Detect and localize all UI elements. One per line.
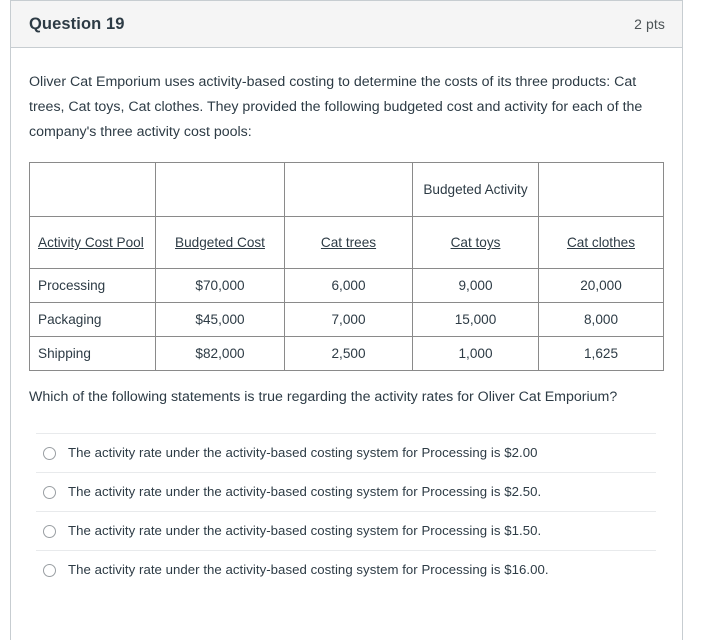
cell-cat-clothes: 8,000: [538, 302, 664, 337]
radio-button-icon[interactable]: [43, 524, 56, 538]
cell-cat-trees: 6,000: [284, 268, 413, 303]
question-header: Question 19 2 pts: [11, 0, 682, 48]
cell-cat-trees: 2,500: [284, 336, 413, 371]
cell-pool: Shipping: [29, 336, 156, 371]
question-points-badge: 2 pts: [634, 16, 665, 32]
cell-budgeted-cost: $45,000: [155, 302, 285, 337]
cell-budgeted-cost: $70,000: [155, 268, 285, 303]
cell-cat-clothes: 20,000: [538, 268, 664, 303]
answer-options-list: The activity rate under the activity-bas…: [29, 433, 664, 589]
column-header-cat-trees: Cat trees: [284, 216, 413, 269]
question-body: Oliver Cat Emporium uses activity-based …: [11, 48, 682, 589]
activity-cost-table: Budgeted Activity Activity Cost Pool Bud…: [29, 162, 664, 371]
answer-option-3[interactable]: The activity rate under the activity-bas…: [36, 511, 656, 550]
group-header-blank-1: [29, 162, 156, 217]
table-row: Shipping $82,000 2,500 1,000 1,625: [29, 336, 664, 371]
column-header-cat-toys-label: Cat toys: [450, 235, 501, 250]
radio-button-icon[interactable]: [43, 446, 56, 460]
answer-option-1[interactable]: The activity rate under the activity-bas…: [36, 433, 656, 472]
radio-button-icon[interactable]: [43, 563, 56, 577]
question-prompt: Oliver Cat Emporium uses activity-based …: [29, 74, 643, 140]
cell-cat-clothes: 1,625: [538, 336, 664, 371]
cell-cat-toys: 9,000: [412, 268, 539, 303]
cell-cat-trees: 7,000: [284, 302, 413, 337]
page-title: Question 19: [29, 14, 125, 33]
table-group-header-row: Budgeted Activity: [29, 162, 664, 217]
group-header-budgeted-activity: Budgeted Activity: [412, 162, 539, 217]
column-header-cat-clothes: Cat clothes: [538, 216, 664, 269]
answer-option-label: The activity rate under the activity-bas…: [68, 445, 538, 460]
column-header-cat-trees-label: Cat trees: [320, 235, 377, 250]
column-header-budgeted-cost: Budgeted Cost: [155, 216, 285, 269]
cell-budgeted-cost: $82,000: [155, 336, 285, 371]
question-text: Which of the following statements is tru…: [29, 389, 618, 405]
cell-cat-toys: 1,000: [412, 336, 539, 371]
cell-pool: Processing: [29, 268, 156, 303]
group-header-blank-3: [284, 162, 413, 217]
column-header-cat-clothes-label: Cat clothes: [566, 235, 635, 250]
answer-option-label: The activity rate under the activity-bas…: [68, 523, 542, 538]
group-header-blank-4: [538, 162, 664, 217]
table-row: Packaging $45,000 7,000 15,000 8,000: [29, 302, 664, 337]
column-header-budgeted-cost-label: Budgeted Cost: [175, 235, 265, 250]
group-header-blank-2: [155, 162, 285, 217]
column-header-cat-toys: Cat toys: [412, 216, 539, 269]
answer-option-2[interactable]: The activity rate under the activity-bas…: [36, 472, 656, 511]
question-card: Question 19 2 pts Oliver Cat Emporium us…: [10, 0, 683, 640]
column-header-activity-cost-pool: Activity Cost Pool: [29, 216, 156, 269]
table-header-row: Activity Cost Pool Budgeted Cost Cat tre…: [29, 216, 664, 269]
radio-button-icon[interactable]: [43, 485, 56, 499]
cell-pool: Packaging: [29, 302, 156, 337]
answer-option-label: The activity rate under the activity-bas…: [68, 562, 549, 577]
cell-cat-toys: 15,000: [412, 302, 539, 337]
column-header-activity-cost-pool-label: Activity Cost Pool: [38, 235, 144, 250]
answer-option-label: The activity rate under the activity-bas…: [68, 484, 542, 499]
answer-option-4[interactable]: The activity rate under the activity-bas…: [36, 550, 656, 589]
table-row: Processing $70,000 6,000 9,000 20,000: [29, 268, 664, 303]
